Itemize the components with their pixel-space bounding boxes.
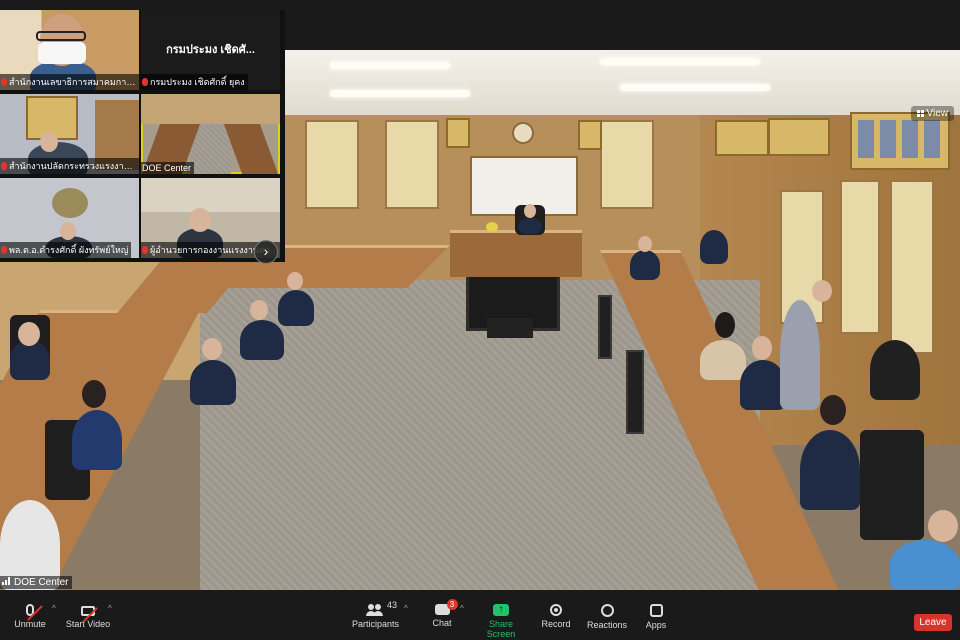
face-mask [38, 42, 86, 64]
participant-thumbnails: สำนักงานเลขาธิการสมาคมการค้าและอุตสาหกรร… [0, 10, 285, 264]
wall-panel [840, 180, 880, 334]
participant-head [812, 280, 832, 302]
chair [860, 430, 924, 540]
ceiling-light [600, 58, 760, 65]
participant-head [715, 312, 735, 338]
participant-head [82, 380, 106, 408]
chevron-up-icon[interactable]: ^ [404, 604, 408, 613]
chat-button[interactable]: 3 Chat [424, 590, 460, 640]
glasses [36, 31, 86, 41]
signal-bars-icon [2, 577, 11, 585]
view-button[interactable]: View [910, 106, 954, 121]
reactions-button[interactable]: Reactions [586, 590, 628, 640]
apps-icon [649, 604, 663, 617]
start-video-button[interactable]: Start Video [64, 590, 112, 640]
participant-head [820, 395, 846, 425]
wall-panel [385, 120, 439, 209]
participant-tile[interactable]: สำนักงานปลัดกระทรวงแรงงาน (พลศรี ญาณมณี) [0, 94, 139, 174]
mic-off-icon [1, 246, 7, 254]
portrait [880, 120, 896, 158]
emblem-icon [52, 188, 88, 218]
leave-button[interactable]: Leave [914, 614, 952, 631]
participant-person [518, 218, 542, 234]
microphone-muted-icon [26, 604, 34, 616]
participant-person [700, 340, 746, 380]
portrait-frame [446, 118, 470, 148]
head-table [450, 230, 582, 277]
screen-stand [487, 318, 533, 338]
participant-person [700, 230, 728, 264]
portrait-frame [768, 118, 830, 156]
participant-head [250, 300, 268, 320]
participant-head [40, 132, 58, 152]
participant-head [638, 236, 652, 252]
portrait [924, 120, 940, 158]
chat-icon: 3 [434, 599, 458, 615]
participant-head [18, 322, 40, 346]
mic-off-icon [142, 78, 148, 86]
participant-tile[interactable]: พล.ต.อ.ดำรงศักดิ์ ผังทรัพย์ใหญ่ [0, 178, 139, 258]
desk-monitor [626, 350, 644, 434]
ceiling-light [620, 84, 770, 91]
apps-button[interactable]: Apps [640, 590, 672, 640]
unmute-button[interactable]: Unmute [8, 590, 52, 640]
participant-head [189, 208, 211, 232]
ceiling-light [330, 62, 450, 69]
participant-person [190, 360, 236, 405]
participant-tile-active[interactable]: DOE Center [141, 94, 280, 174]
participant-person [780, 300, 820, 410]
participant-person [800, 430, 860, 510]
participant-head [202, 338, 222, 360]
mic-off-icon [1, 162, 7, 170]
participant-person [278, 290, 314, 326]
participant-person [870, 340, 920, 400]
video-background [141, 178, 280, 212]
wall-panel [600, 120, 654, 209]
chevron-up-icon[interactable]: ^ [52, 604, 56, 613]
wall-panel [890, 180, 934, 354]
record-icon [550, 604, 562, 616]
participant-person [240, 320, 284, 360]
grid-view-icon [916, 110, 924, 117]
participant-head [524, 204, 536, 218]
participant-tile[interactable]: กรมประมง เชิดศั... กรมประมง เชิดศักดิ์ ย… [141, 10, 280, 90]
flower-arrangement [486, 222, 498, 232]
conference-table [223, 124, 279, 174]
portrait-frame [715, 120, 769, 156]
share-screen-icon: ↑ [493, 604, 509, 616]
chevron-up-icon[interactable]: ^ [108, 604, 112, 613]
wall-panel [305, 120, 359, 209]
participant-person [890, 540, 960, 590]
portrait [902, 120, 918, 158]
participant-display-name: กรมประมง เชิดศั... [166, 44, 255, 56]
participant-person [10, 340, 50, 380]
participant-head [287, 272, 303, 290]
participants-button[interactable]: 43 Participants [352, 590, 399, 640]
video-background [141, 94, 280, 124]
chevron-up-icon[interactable]: ^ [460, 604, 464, 613]
participant-person [72, 410, 122, 470]
participant-head [752, 336, 772, 360]
participant-tile[interactable]: สำนักงานเลขาธิการสมาคมการค้าและอุตสาหกรร… [0, 10, 139, 90]
main-video-label: DOE Center [0, 576, 73, 589]
record-button[interactable]: Record [538, 590, 574, 640]
desk-monitor [598, 295, 612, 359]
portrait-frame [578, 120, 602, 150]
participants-icon: 43 [365, 600, 397, 616]
participant-person [630, 250, 660, 280]
mic-off-icon [1, 78, 7, 86]
ceiling-light [330, 90, 470, 97]
video-camera-off-icon [81, 606, 95, 616]
share-screen-button[interactable]: ↑ Share Screen [476, 590, 526, 640]
portrait [858, 120, 874, 158]
chevron-right-icon[interactable]: › [254, 240, 278, 264]
reactions-icon [600, 604, 614, 617]
chat-badge: 3 [446, 599, 458, 610]
mic-off-icon [142, 246, 148, 254]
participant-head [928, 510, 958, 542]
participant-head [60, 222, 76, 240]
meeting-toolbar: Unmute ^ Start Video ^ 43 Participants ^… [0, 590, 960, 640]
wall-clock [512, 122, 534, 144]
